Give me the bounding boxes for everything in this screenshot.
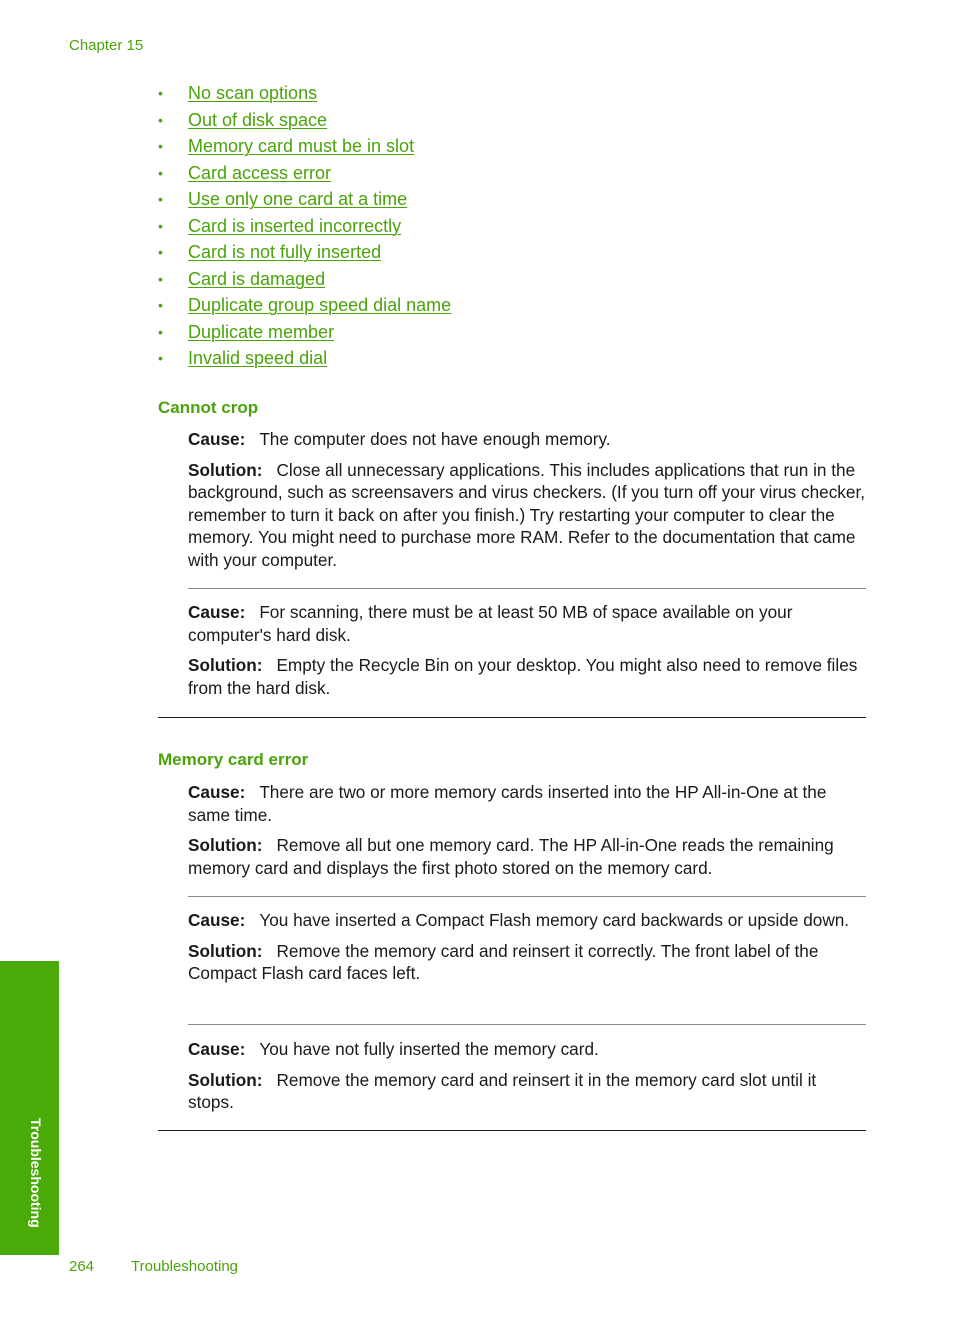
page-number: 264 <box>69 1258 95 1275</box>
link-no-scan-options[interactable]: No scan options <box>188 80 317 106</box>
entry-divider <box>188 1024 866 1025</box>
cause-label: Cause: <box>188 910 246 930</box>
bullet-icon: • <box>158 323 163 340</box>
link-card-access-error[interactable]: Card access error <box>188 160 331 186</box>
cause-paragraph: Cause: You have not fully inserted the me… <box>188 1038 866 1061</box>
cause-solution-entry: Cause: There are two or more memory cards… <box>188 781 866 887</box>
list-item: • Card is not fully inserted <box>158 239 451 266</box>
list-item: • Card access error <box>158 160 451 187</box>
list-item: • Memory card must be in slot <box>158 133 451 160</box>
cause-text: There are two or more memory cards inser… <box>188 782 827 825</box>
cause-label: Cause: <box>188 429 246 449</box>
solution-text: Close all unnecessary applications. This… <box>188 459 865 570</box>
cause-solution-entry: Cause: The computer does not have enough … <box>188 428 866 579</box>
topic-link-list: • No scan options • Out of disk space • Mem… <box>158 80 451 372</box>
solution-label: Solution: <box>188 940 263 961</box>
cause-solution-entry: Cause: For scanning, there must be at lea… <box>188 601 866 707</box>
cause-paragraph: Cause: You have inserted a Compact Flash … <box>188 909 866 932</box>
solution-label: Solution: <box>188 655 263 675</box>
section-title-cannot-crop: Cannot crop <box>158 398 259 417</box>
link-duplicate-group-speed-dial-name[interactable]: Duplicate group speed dial name <box>188 292 451 318</box>
section-title-memory-card-error: Memory card error <box>158 750 309 769</box>
list-item: • No scan options <box>158 80 451 107</box>
bullet-icon: • <box>158 191 163 208</box>
solution-paragraph: Solution: Empty the Recycle Bin on your d… <box>188 654 866 699</box>
cause-text: For scanning, there must be at least 50 … <box>188 602 793 645</box>
bullet-icon: • <box>158 138 163 155</box>
bullet-icon: • <box>158 164 163 181</box>
link-card-not-fully-inserted[interactable]: Card is not fully inserted <box>188 239 381 265</box>
list-item: • Card is damaged <box>158 266 451 293</box>
cause-label: Cause: <box>188 1039 246 1059</box>
solution-text: Empty the Recycle Bin on your desktop. Y… <box>188 655 858 698</box>
solution-text: Remove all but one memory card. The HP A… <box>188 835 834 878</box>
section-divider <box>158 717 866 718</box>
cause-label: Cause: <box>188 782 246 802</box>
list-item: • Duplicate member <box>158 319 451 346</box>
list-item: • Out of disk space <box>158 107 451 134</box>
list-item: • Invalid speed dial <box>158 345 451 372</box>
solution-text: Remove the memory card and reinsert it c… <box>188 940 819 984</box>
footer-section-title: Troubleshooting <box>131 1258 239 1275</box>
bullet-icon: • <box>158 350 163 367</box>
cause-solution-entry: Cause: You have not fully inserted the me… <box>188 1038 866 1122</box>
cause-paragraph: Cause: The computer does not have enough … <box>188 428 866 451</box>
bullet-icon: • <box>158 217 163 234</box>
chapter-header: Chapter 15 <box>69 37 144 54</box>
list-item: • Card is inserted incorrectly <box>158 213 451 240</box>
list-item: • Use only one card at a time <box>158 186 451 213</box>
solution-paragraph: Solution: Remove the memory card and rein… <box>188 940 866 985</box>
link-use-only-one-card[interactable]: Use only one card at a time <box>188 186 407 212</box>
list-item: • Duplicate group speed dial name <box>158 292 451 319</box>
solution-paragraph: Solution: Remove all but one memory card.… <box>188 834 866 879</box>
entry-divider <box>188 588 866 589</box>
bullet-icon: • <box>158 297 163 314</box>
bullet-icon: • <box>158 244 163 261</box>
solution-text: Remove the memory card and reinsert it i… <box>188 1069 817 1113</box>
bullet-icon: • <box>158 85 163 102</box>
cause-text: The computer does not have enough memory… <box>259 429 611 449</box>
cause-paragraph: Cause: There are two or more memory cards… <box>188 781 866 826</box>
bullet-icon: • <box>158 111 163 128</box>
cause-text: You have inserted a Compact Flash memory… <box>259 910 850 930</box>
solution-label: Solution: <box>188 459 263 480</box>
cause-label: Cause: <box>188 602 246 622</box>
section-divider <box>158 1130 866 1131</box>
link-memory-card-must-be-in-slot[interactable]: Memory card must be in slot <box>188 133 414 159</box>
link-duplicate-member[interactable]: Duplicate member <box>188 319 334 345</box>
bullet-icon: • <box>158 270 163 287</box>
cause-solution-entry: Cause: You have inserted a Compact Flash … <box>188 909 866 993</box>
entry-divider <box>188 896 866 897</box>
solution-paragraph: Solution: Remove the memory card and rein… <box>188 1069 866 1114</box>
link-out-of-disk-space[interactable]: Out of disk space <box>188 107 327 133</box>
cause-paragraph: Cause: For scanning, there must be at lea… <box>188 601 866 646</box>
link-card-is-damaged[interactable]: Card is damaged <box>188 266 325 292</box>
cause-text: You have not fully inserted the memory c… <box>259 1039 599 1059</box>
link-invalid-speed-dial[interactable]: Invalid speed dial <box>188 345 327 371</box>
solution-paragraph: Solution: Close all unnecessary applicati… <box>188 459 866 572</box>
solution-label: Solution: <box>188 1069 263 1090</box>
solution-label: Solution: <box>188 835 263 855</box>
side-tab-label: Troubleshooting <box>28 1118 44 1228</box>
link-card-inserted-incorrectly[interactable]: Card is inserted incorrectly <box>188 213 401 239</box>
